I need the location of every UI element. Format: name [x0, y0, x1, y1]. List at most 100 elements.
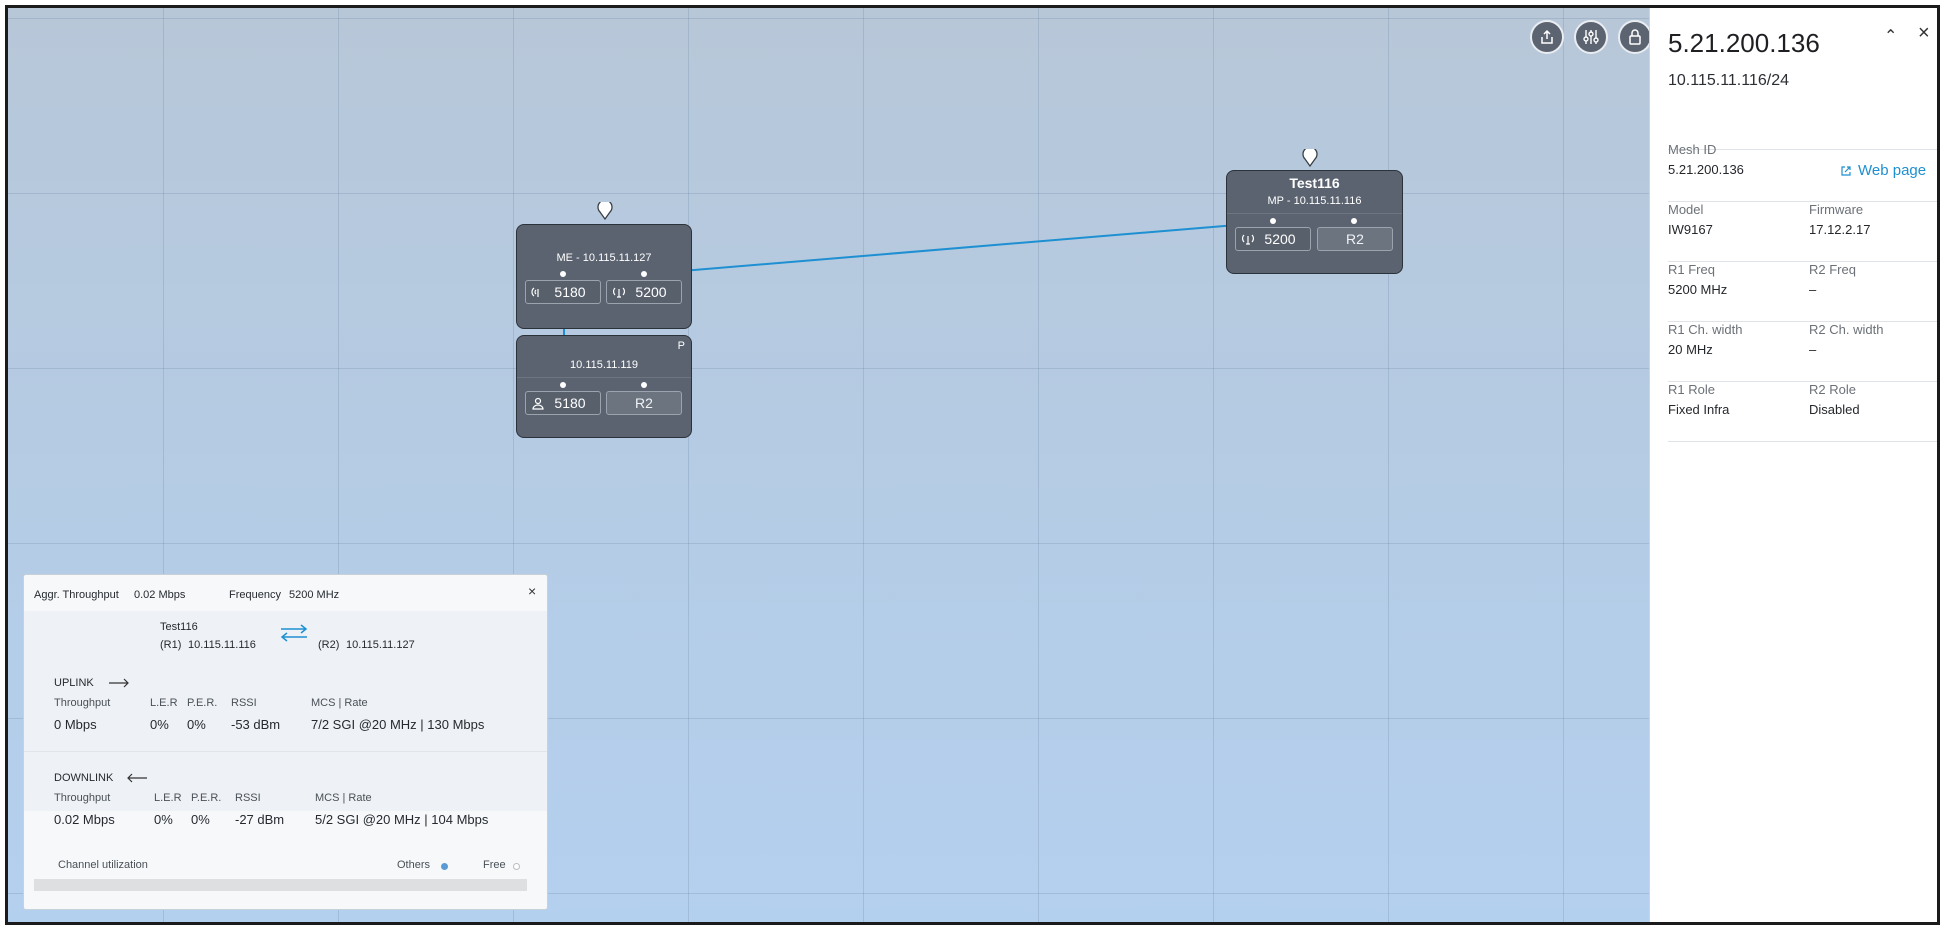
lock-button[interactable] [1618, 20, 1649, 54]
radio-channel: R2 [635, 395, 653, 411]
radio-port-dot [1270, 218, 1276, 224]
frequency-label: Frequency [229, 589, 281, 601]
node-test116-subtitle: MP - 10.115.11.116 [1267, 195, 1362, 207]
radio-channel: 5180 [554, 284, 586, 300]
node-divider [517, 377, 691, 378]
sliders-icon [1583, 30, 1599, 44]
arrow-left-icon [127, 773, 147, 783]
uplink-mcs-label: MCS | Rate [311, 697, 368, 709]
settings-button[interactable] [1574, 20, 1608, 54]
uplink-per: 0% [187, 717, 206, 732]
person-radio-icon [532, 397, 544, 410]
link-me-to-test116[interactable] [645, 221, 1273, 275]
share-icon [1541, 29, 1553, 44]
downlink-per: 0% [191, 812, 210, 827]
node-test116[interactable]: Test116 MP - 10.115.11.116 5200 R2 [1226, 170, 1403, 274]
node-me-subtitle: ME - 10.115.11.127 [556, 252, 652, 264]
r1-ch-width-label: R1 Ch. width [1668, 322, 1743, 337]
node-me-radio-2[interactable]: 5200 [606, 280, 682, 304]
node-test116-radio-2[interactable]: R2 [1317, 227, 1393, 251]
node-details-panel: 5.21.200.136 10.115.11.116/24 ⌃ × Mesh I… [1649, 8, 1937, 922]
downlink-ler-label: L.E.R [154, 792, 182, 804]
frequency-value: 5200 MHz [289, 589, 340, 601]
bidirectional-arrow-icon [280, 624, 308, 642]
node-p-radio-2[interactable]: R2 [606, 391, 682, 415]
uplink-throughput-label: Throughput [54, 697, 111, 709]
share-button[interactable] [1530, 20, 1564, 54]
free-legend-label: Free [483, 859, 506, 871]
radio-port-dot [1351, 218, 1357, 224]
arrow-right-icon [109, 678, 129, 688]
aggr-throughput-label: Aggr. Throughput [34, 589, 119, 601]
uplink-ler: 0% [150, 717, 169, 732]
mesh-topology-canvas[interactable]: ME - 10.115.11.127 5180 5200 P 10.115.11… [8, 8, 1649, 922]
uplink-rssi: -53 dBm [231, 717, 281, 732]
r2-ip: 10.115.11.127 [346, 639, 415, 651]
radio-port-dot [641, 271, 647, 277]
row-model-firmware: Model IW9167 Firmware 17.12.2.17 [1668, 202, 1937, 262]
aggr-throughput-value: 0.02 Mbps [134, 589, 186, 601]
location-pin-icon [1302, 149, 1318, 167]
node-p[interactable]: P 10.115.11.119 5180 R2 [516, 335, 692, 438]
row-ch-width: R1 Ch. width 20 MHz R2 Ch. width – [1668, 322, 1937, 382]
r2-role-value: Disabled [1809, 402, 1860, 417]
others-legend-label: Others [397, 859, 431, 871]
downlink-rssi-label: RSSI [235, 792, 261, 804]
radio-channel: 5200 [1264, 231, 1296, 247]
r1-freq-label: R1 Freq [1668, 262, 1715, 277]
node-me[interactable]: ME - 10.115.11.127 5180 5200 [516, 224, 692, 329]
node-p-radio-1[interactable]: 5180 [525, 391, 601, 415]
firmware-value: 17.12.2.17 [1809, 222, 1871, 237]
r1-tag: (R1) [160, 639, 182, 651]
r1-freq-value: 5200 MHz [1668, 282, 1728, 297]
antenna-icon [1242, 234, 1254, 245]
downlink-rssi: -27 dBm [235, 812, 285, 827]
row-mesh-id: Mesh ID 5.21.200.136 Web page [1668, 142, 1937, 202]
r2-role-label: R2 Role [1809, 382, 1856, 397]
mesh-id-value: 5.21.200.136 [1668, 162, 1744, 177]
uplink-ler-label: L.E.R [150, 697, 178, 709]
collapse-chevron-icon[interactable]: ⌃ [1884, 26, 1897, 46]
channel-utilization-bar [34, 879, 527, 891]
downlink-per-label: P.E.R. [191, 792, 222, 804]
row-freq: R1 Freq 5200 MHz R2 Freq – [1668, 262, 1937, 322]
node-me-radio-1[interactable]: 5180 [525, 280, 601, 304]
web-page-label: Web page [1858, 162, 1927, 179]
r2-ch-width-value: – [1809, 342, 1817, 357]
node-test116-radio-1[interactable]: 5200 [1235, 227, 1311, 251]
downlink-ler: 0% [154, 812, 173, 827]
r1-ch-width-value: 20 MHz [1668, 342, 1713, 357]
peer-name: Test116 [160, 621, 198, 633]
uplink-throughput: 0 Mbps [54, 717, 97, 732]
row-role: R1 Role Fixed Infra R2 Role Disabled [1668, 382, 1937, 442]
lock-icon [1629, 29, 1641, 45]
r2-tag: (R2) [318, 639, 340, 651]
antenna-icon [613, 287, 625, 298]
free-legend-dot [513, 863, 520, 870]
panel-close-button[interactable]: × [1918, 22, 1930, 45]
location-pin-icon [597, 202, 613, 220]
uplink-rssi-label: RSSI [231, 697, 257, 709]
uplink-title: UPLINK [54, 677, 94, 689]
r1-role-label: R1 Role [1668, 382, 1715, 397]
canvas-toolbar [1530, 20, 1649, 54]
model-label: Model [1668, 202, 1704, 217]
radio-port-dot [641, 382, 647, 388]
r2-freq-label: R2 Freq [1809, 262, 1856, 277]
node-p-flag: P [677, 340, 685, 352]
external-link-icon [1841, 165, 1851, 176]
radio-port-dot [560, 271, 566, 277]
web-page-link[interactable]: Web page [1840, 162, 1926, 179]
node-test116-name: Test116 [1289, 175, 1340, 191]
others-legend-dot [441, 863, 448, 870]
model-value: IW9167 [1668, 222, 1713, 237]
r2-freq-value: – [1809, 282, 1817, 297]
mesh-id-label: Mesh ID [1668, 142, 1717, 157]
r2-ch-width-label: R2 Ch. width [1809, 322, 1884, 337]
uplink-per-label: P.E.R. [187, 697, 218, 709]
channel-utilization-label: Channel utilization [58, 859, 148, 871]
radio-channel: 5200 [635, 284, 667, 300]
downlink-throughput: 0.02 Mbps [54, 812, 115, 827]
popup-close-button[interactable]: × [528, 583, 536, 599]
panel-subtitle: 10.115.11.116/24 [1668, 72, 1789, 89]
